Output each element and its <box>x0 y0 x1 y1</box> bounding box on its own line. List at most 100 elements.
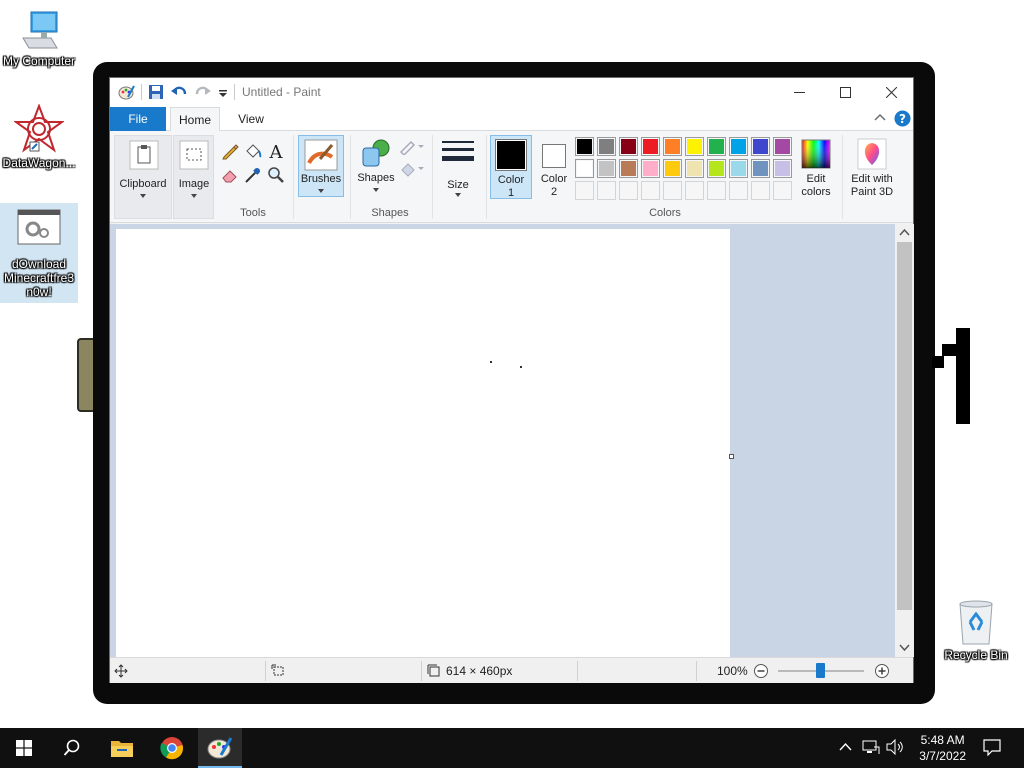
palette-swatch[interactable] <box>619 137 638 156</box>
palette-swatch[interactable] <box>597 181 616 200</box>
zoom-slider-thumb[interactable] <box>816 663 825 678</box>
edit-colors-line1: Edit <box>806 173 826 185</box>
edit-with-paint3d-button[interactable]: Edit with Paint 3D <box>844 135 900 199</box>
palette-swatch[interactable] <box>751 159 770 178</box>
palette-swatch[interactable] <box>773 137 792 156</box>
close-button[interactable] <box>868 78 914 107</box>
shapes-button[interactable]: Shapes <box>354 135 398 197</box>
palette-swatch-fill <box>753 161 768 176</box>
palette-swatch-fill <box>621 139 636 154</box>
svg-text:A: A <box>269 142 284 161</box>
color2-label-line1: Color <box>540 173 568 185</box>
palette-swatch-fill <box>709 183 724 198</box>
brushes-button[interactable]: Brushes <box>298 135 344 197</box>
fill-icon[interactable] <box>399 161 425 177</box>
redo-icon[interactable] <box>194 84 212 100</box>
palette-swatch-fill <box>709 139 724 154</box>
color1-button[interactable]: Color 1 <box>490 135 532 199</box>
volume-icon[interactable] <box>886 739 904 755</box>
paint-palette-icon <box>118 85 135 100</box>
palette-swatch[interactable] <box>685 181 704 200</box>
palette-swatch[interactable] <box>575 159 594 178</box>
windows-logo-icon <box>16 740 32 756</box>
palette-swatch[interactable] <box>663 159 682 178</box>
color-picker-icon[interactable] <box>244 166 262 184</box>
chevron-up-icon[interactable] <box>839 742 852 752</box>
color2-button[interactable]: Color 2 <box>534 135 574 199</box>
drawing-canvas[interactable] <box>116 229 730 657</box>
palette-swatch[interactable] <box>707 137 726 156</box>
palette-swatch[interactable] <box>685 159 704 178</box>
palette-swatch[interactable] <box>751 181 770 200</box>
taskbar-chrome[interactable] <box>148 728 196 768</box>
save-icon[interactable] <box>148 84 164 100</box>
tab-view[interactable]: View <box>228 107 274 131</box>
shapes-button-label: Shapes <box>357 172 395 184</box>
clipboard-button[interactable]: Clipboard <box>114 135 172 219</box>
palette-swatch[interactable] <box>773 159 792 178</box>
canvas-dot <box>490 361 492 363</box>
palette-swatch[interactable] <box>729 159 748 178</box>
palette-swatch[interactable] <box>619 181 638 200</box>
color-palette <box>575 137 795 201</box>
minimize-button[interactable] <box>776 78 822 107</box>
desktop-icon-label: Recycle Bin <box>944 648 1008 662</box>
taskbar-paint[interactable] <box>198 728 242 768</box>
palette-swatch[interactable] <box>641 137 660 156</box>
palette-swatch[interactable] <box>751 137 770 156</box>
scroll-down-icon[interactable] <box>899 644 910 652</box>
collapse-ribbon-icon[interactable] <box>874 113 886 123</box>
vertical-scrollbar[interactable] <box>895 224 914 657</box>
zoom-out-icon[interactable] <box>753 663 769 679</box>
palette-swatch[interactable] <box>641 159 660 178</box>
customize-qat-icon[interactable] <box>218 84 228 100</box>
fill-bucket-icon[interactable] <box>244 142 262 160</box>
pencil-icon[interactable] <box>221 142 239 160</box>
desktop-icon-download-minecraft[interactable]: dOwnload Minecraftfre3 n0w! <box>0 203 78 303</box>
application-icon <box>17 209 61 245</box>
palette-swatch[interactable] <box>685 137 704 156</box>
help-icon[interactable]: ? <box>894 110 911 127</box>
edit-colors-button[interactable]: Edit colors <box>794 135 838 199</box>
palette-swatch[interactable] <box>729 181 748 200</box>
status-separator <box>421 661 422 681</box>
desktop-icon-my-computer[interactable]: My Computer <box>0 8 78 78</box>
network-icon[interactable] <box>862 739 880 755</box>
size-button[interactable]: Size <box>436 135 480 197</box>
palette-swatch[interactable] <box>707 181 726 200</box>
tab-file[interactable]: File <box>110 107 166 131</box>
desktop-icon-recycle-bin[interactable]: Recycle Bin <box>944 600 1008 670</box>
canvas-workspace <box>110 224 895 657</box>
palette-swatch[interactable] <box>575 137 594 156</box>
eraser-icon[interactable] <box>221 166 239 184</box>
maximize-button[interactable] <box>822 78 868 107</box>
palette-swatch[interactable] <box>729 137 748 156</box>
zoom-in-icon[interactable] <box>874 663 890 679</box>
palette-swatch[interactable] <box>597 159 616 178</box>
palette-swatch[interactable] <box>707 159 726 178</box>
magnifier-icon[interactable] <box>267 166 285 184</box>
palette-swatch[interactable] <box>663 137 682 156</box>
search-button[interactable] <box>48 728 96 768</box>
outline-icon[interactable] <box>399 139 425 155</box>
scroll-up-icon[interactable] <box>899 228 910 236</box>
palette-swatch[interactable] <box>773 181 792 200</box>
palette-swatch[interactable] <box>641 181 660 200</box>
palette-swatch[interactable] <box>663 181 682 200</box>
start-button[interactable] <box>0 728 48 768</box>
notifications-icon[interactable] <box>983 739 1001 756</box>
taskbar-file-explorer[interactable] <box>98 728 146 768</box>
desktop-icon-datawagon[interactable]: DataWagon... <box>0 104 78 174</box>
ribbon-separator <box>432 135 433 219</box>
undo-icon[interactable] <box>170 84 188 100</box>
palette-swatch[interactable] <box>619 159 638 178</box>
taskbar: 5:48 AM 3/7/2022 <box>0 728 1024 768</box>
palette-swatch[interactable] <box>597 137 616 156</box>
text-icon[interactable]: A <box>267 141 285 161</box>
image-button[interactable]: Image <box>173 135 214 219</box>
scroll-thumb[interactable] <box>897 242 912 610</box>
canvas-resize-handle[interactable] <box>729 454 734 459</box>
system-clock[interactable]: 5:48 AM 3/7/2022 <box>919 732 966 764</box>
palette-swatch[interactable] <box>575 181 594 200</box>
tab-home[interactable]: Home <box>170 107 220 132</box>
